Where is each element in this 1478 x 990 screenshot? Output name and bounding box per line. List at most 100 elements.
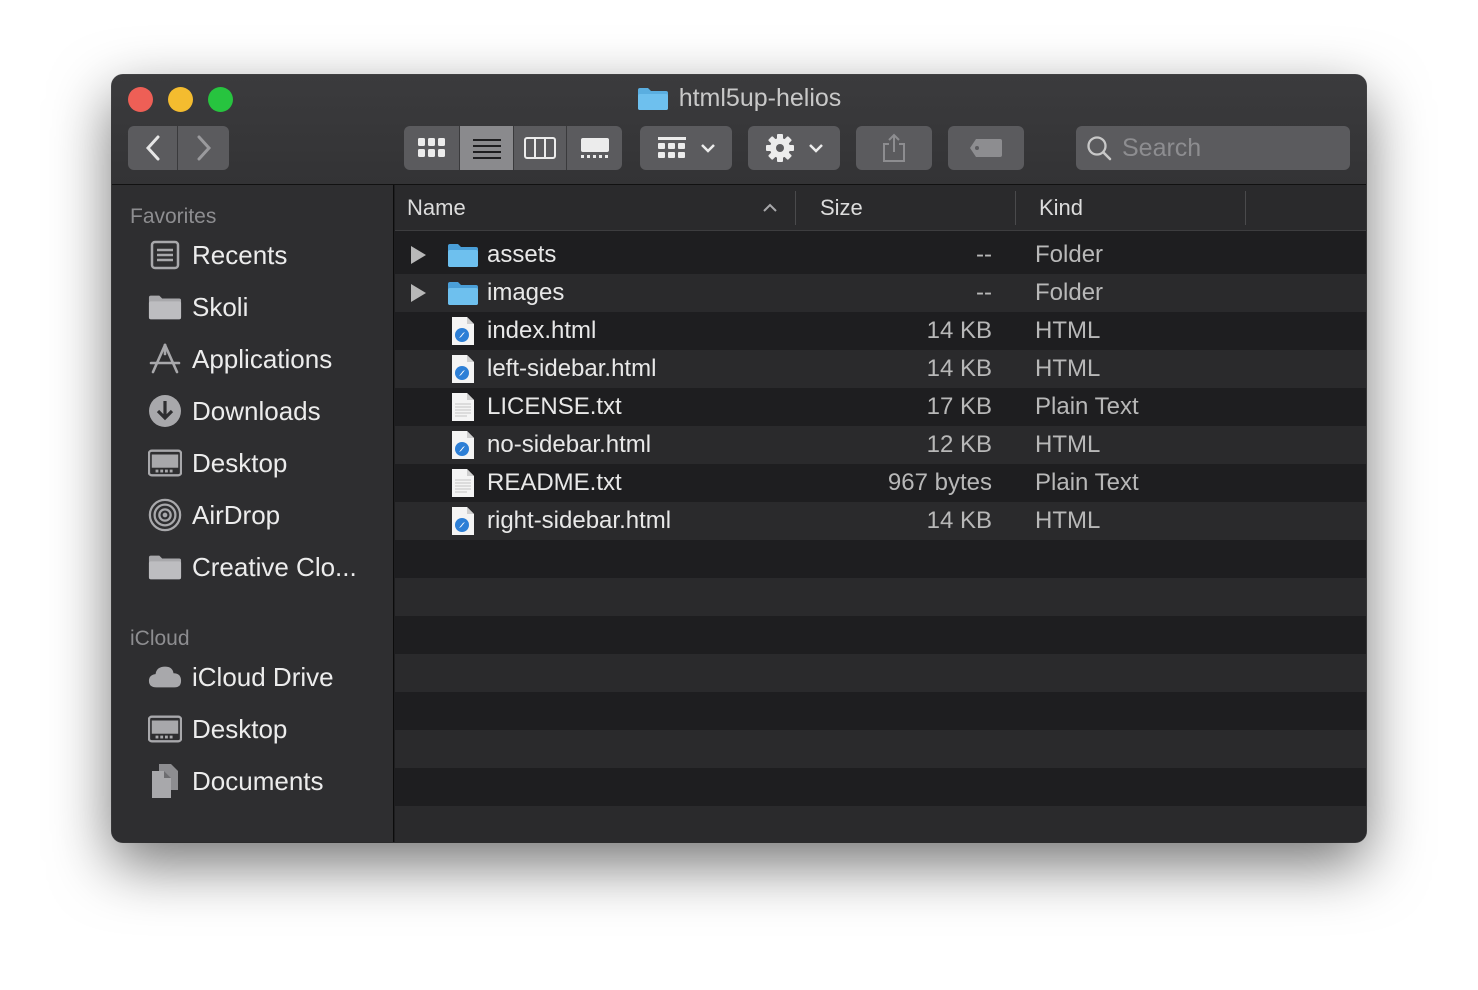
recents-icon [148, 238, 182, 272]
file-size: 14 KB [926, 317, 992, 344]
file-name: index.html [487, 317, 597, 344]
column-kind-label: Kind [1039, 195, 1084, 220]
empty-row [395, 730, 1366, 768]
gallery-view-button[interactable] [567, 126, 622, 170]
tags-button[interactable] [948, 126, 1024, 170]
sidebar-item-downloads[interactable]: Downloads [112, 385, 393, 437]
finder-window: html5up-helios Search Favorites Recents … [112, 75, 1366, 842]
table-row[interactable]: LICENSE.txt 17 KB Plain Text [395, 388, 1366, 426]
column-header: Name Size Kind [395, 185, 1366, 231]
html-file-icon [452, 431, 474, 459]
sidebar-item-desktop[interactable]: Desktop [112, 437, 393, 489]
file-size: -- [976, 241, 992, 268]
sidebar-item-documents[interactable]: Documents [112, 755, 393, 807]
window-title-text: html5up-helios [678, 84, 842, 112]
empty-row [395, 616, 1366, 654]
share-icon [883, 133, 905, 162]
sidebar-section-icloud: iCloud [130, 627, 190, 650]
sidebar-item-skoli[interactable]: Skoli [112, 281, 393, 333]
empty-row [395, 768, 1366, 806]
search-icon [1087, 136, 1112, 161]
chevron-right-icon [197, 135, 211, 161]
sidebar-item-label: Documents [192, 765, 324, 796]
disclosure-triangle-icon[interactable] [411, 246, 426, 264]
share-button[interactable] [856, 126, 932, 170]
file-name: assets [487, 241, 557, 268]
forward-button[interactable] [178, 126, 229, 170]
group-by-button[interactable] [640, 126, 732, 170]
view-mode-control [404, 126, 622, 170]
desktop-icon [148, 446, 182, 480]
file-kind: Folder [1035, 241, 1104, 268]
sidebar-item-airdrop[interactable]: AirDrop [112, 489, 393, 541]
file-kind: Plain Text [1035, 469, 1139, 496]
icon-view-button[interactable] [404, 126, 460, 170]
table-row[interactable]: right-sidebar.html 14 KB HTML [395, 502, 1366, 540]
folder-icon [637, 87, 668, 110]
empty-row [395, 806, 1366, 842]
search-input[interactable] [1122, 133, 1342, 163]
file-rows: assets -- Folder images -- Folder index.… [395, 236, 1366, 842]
sidebar-item-creative-cloud[interactable]: Creative Clo... [112, 541, 393, 593]
airdrop-icon [148, 498, 182, 532]
table-row[interactable]: assets -- Folder [395, 236, 1366, 274]
search-field[interactable] [1076, 126, 1350, 170]
action-button[interactable] [748, 126, 840, 170]
file-kind: Plain Text [1035, 393, 1139, 420]
chevron-left-icon [145, 135, 159, 161]
chevron-down-icon [701, 144, 715, 153]
sidebar: Favorites Recents Skoli Applications Dow… [112, 185, 394, 842]
table-row[interactable]: index.html 14 KB HTML [395, 312, 1366, 350]
list-view-button[interactable] [460, 126, 514, 170]
table-row[interactable]: README.txt 967 bytes Plain Text [395, 464, 1366, 502]
sidebar-item-label: Applications [192, 343, 333, 374]
table-row[interactable]: left-sidebar.html 14 KB HTML [395, 350, 1366, 388]
toolbar: html5up-helios [112, 75, 1366, 185]
folder-icon [148, 290, 182, 324]
sidebar-item-recents[interactable]: Recents [112, 229, 393, 281]
column-divider [795, 191, 796, 225]
file-name: images [487, 279, 565, 306]
file-name: right-sidebar.html [487, 507, 672, 534]
sidebar-item-label: Recents [192, 239, 288, 270]
table-row[interactable]: images -- Folder [395, 274, 1366, 312]
column-size-header[interactable]: Size [820, 185, 863, 231]
file-size: 17 KB [926, 393, 992, 420]
column-name-header[interactable]: Name [407, 185, 787, 231]
file-kind: HTML [1035, 431, 1101, 458]
gear-icon [766, 134, 794, 162]
column-divider [1015, 191, 1016, 225]
empty-row [395, 654, 1366, 692]
html-file-icon [452, 317, 474, 345]
folder-icon [448, 244, 478, 267]
table-row[interactable]: no-sidebar.html 12 KB HTML [395, 426, 1366, 464]
downloads-icon [148, 394, 182, 428]
file-list: Name Size Kind assets -- Folder images -… [395, 185, 1366, 842]
sidebar-item-icloud-drive[interactable]: iCloud Drive [112, 651, 393, 703]
applications-icon [148, 342, 182, 376]
empty-row [395, 578, 1366, 616]
sidebar-item-label: Creative Clo... [192, 551, 357, 582]
documents-icon [148, 764, 182, 798]
sidebar-item-label: AirDrop [192, 499, 281, 530]
column-divider [1245, 191, 1246, 225]
column-kind-header[interactable]: Kind [1039, 185, 1083, 231]
sidebar-item-applications[interactable]: Applications [112, 333, 393, 385]
cloud-icon [148, 660, 182, 694]
disclosure-triangle-icon[interactable] [411, 284, 426, 302]
back-button[interactable] [128, 126, 178, 170]
folder-icon [148, 550, 182, 584]
group-grid-icon [658, 137, 686, 158]
folder-icon [448, 282, 478, 305]
file-size: 14 KB [926, 507, 992, 534]
text-file-icon [452, 393, 474, 421]
column-size-label: Size [820, 195, 863, 220]
file-name: left-sidebar.html [487, 355, 657, 382]
sort-ascending-icon [763, 203, 777, 212]
desktop-icon [148, 712, 182, 746]
file-size: 12 KB [926, 431, 992, 458]
sidebar-item-icloud-desktop[interactable]: Desktop [112, 703, 393, 755]
tag-icon [970, 139, 1002, 157]
file-kind: HTML [1035, 507, 1101, 534]
column-view-button[interactable] [514, 126, 567, 170]
